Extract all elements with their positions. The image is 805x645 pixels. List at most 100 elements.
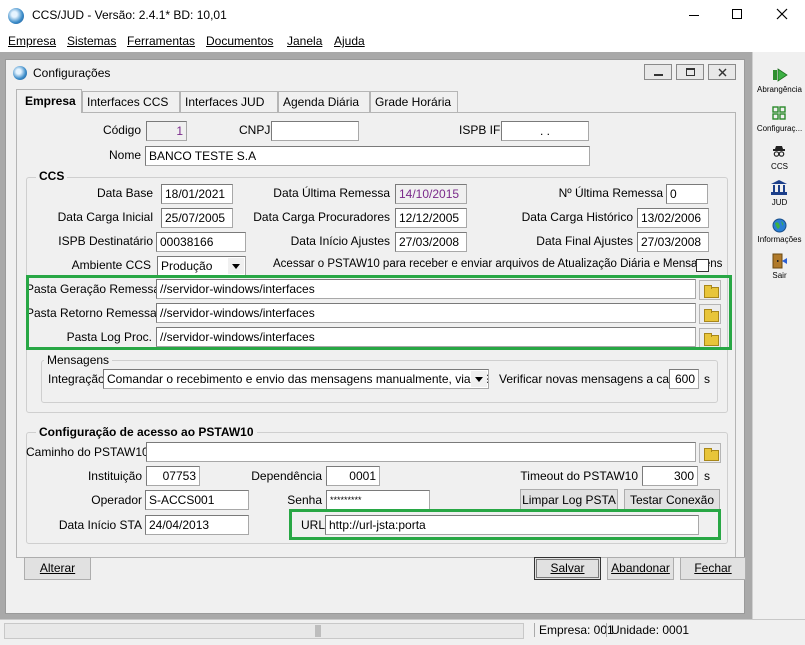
tab-grade-horaria-label: Grade Horária bbox=[375, 95, 452, 109]
dialog-maximize-button[interactable] bbox=[676, 64, 704, 80]
toolbar-label-ccs: CCS bbox=[771, 162, 788, 171]
data-ultima-remessa-label: Data Última Remessa bbox=[273, 186, 390, 200]
timeout-field[interactable]: 300 bbox=[642, 466, 698, 486]
dialog-titlebar: Configurações bbox=[6, 60, 744, 86]
mensagens-group-title: Mensagens bbox=[44, 353, 113, 367]
menu-bar: Empresa Sistemas Ferramentas Documentos … bbox=[0, 30, 805, 52]
num-ultima-remessa-label: Nº Última Remessa bbox=[558, 186, 663, 200]
ispb-label: ISPB IF bbox=[459, 123, 501, 137]
dependencia-field[interactable]: 0001 bbox=[326, 466, 380, 486]
ambiente-select[interactable]: Produção bbox=[157, 256, 246, 276]
courthouse-icon bbox=[771, 180, 787, 195]
menu-sistemas[interactable]: Sistemas bbox=[67, 34, 116, 48]
dialog-minimize-button[interactable] bbox=[644, 64, 672, 80]
toolbar-sair[interactable]: Sair bbox=[753, 252, 805, 284]
data-ultima-remessa-field[interactable]: 14/10/2015 bbox=[395, 184, 467, 204]
data-carga-procuradores-field[interactable]: 12/12/2005 bbox=[395, 208, 467, 228]
data-carga-historico-field[interactable]: 13/02/2006 bbox=[637, 208, 709, 228]
timeout-unit: s bbox=[704, 469, 710, 483]
data-base-label: Data Base bbox=[96, 186, 153, 200]
ccs-group-title: CCS bbox=[36, 169, 68, 183]
instituicao-field[interactable]: 07753 bbox=[146, 466, 200, 486]
integracao-label: Integração bbox=[48, 372, 105, 386]
toolbar-abrangencia[interactable]: Abrangência bbox=[753, 66, 805, 98]
tab-empresa[interactable]: Empresa bbox=[16, 89, 82, 113]
alterar-button[interactable]: Alterar bbox=[24, 557, 91, 580]
menu-documentos[interactable]: Documentos bbox=[206, 34, 273, 48]
abandonar-button[interactable]: Abandonar bbox=[607, 557, 674, 580]
dialog-close-button[interactable] bbox=[708, 64, 736, 80]
toolbar-label-abrangencia: Abrangência bbox=[757, 85, 802, 94]
tab-interfaces-jud-label: Interfaces JUD bbox=[185, 95, 265, 109]
codigo-label: Código bbox=[102, 123, 141, 137]
verificar-field[interactable]: 600 bbox=[669, 369, 699, 389]
caminho-field[interactable] bbox=[146, 442, 696, 462]
app-title: CCS/JUD - Versão: 2.4.1* BD: 10,01 bbox=[32, 8, 227, 22]
tab-agenda-diaria[interactable]: Agenda Diária bbox=[278, 91, 370, 112]
toolbar-jud[interactable]: JUD bbox=[753, 179, 805, 211]
minimize-icon bbox=[689, 15, 699, 16]
nome-field[interactable]: BANCO TESTE S.A bbox=[145, 146, 590, 166]
status-bar: Empresa: 001 Unidade: 0001 bbox=[0, 619, 805, 645]
caminho-folder-icon[interactable] bbox=[699, 443, 721, 463]
operador-field[interactable]: S-ACCS001 bbox=[145, 490, 249, 510]
tab-interfaces-jud[interactable]: Interfaces JUD bbox=[180, 91, 278, 112]
right-toolbar: Abrangência Configuraç... CCS JUD Inform… bbox=[752, 52, 805, 619]
close-icon bbox=[776, 8, 788, 20]
toolbar-label-jud: JUD bbox=[771, 198, 788, 207]
minimize-button[interactable] bbox=[672, 0, 716, 30]
instituicao-label: Instituição bbox=[87, 469, 142, 483]
codigo-field[interactable]: 1 bbox=[146, 121, 187, 141]
chevron-down-icon bbox=[228, 258, 244, 274]
verificar-unit: s bbox=[704, 372, 710, 386]
toolbar-label-sair: Sair bbox=[772, 271, 787, 280]
timeout-label: Timeout do PSTAW10 bbox=[520, 469, 638, 483]
dialog-maximize-icon bbox=[686, 68, 695, 76]
exit-icon bbox=[772, 253, 787, 269]
integracao-value: Comandar o recebimento e envio das mensa… bbox=[107, 372, 489, 386]
spy-icon bbox=[773, 146, 785, 157]
senha-label: Senha bbox=[287, 493, 322, 507]
data-final-ajustes-field[interactable]: 27/03/2008 bbox=[637, 232, 709, 252]
data-carga-inicial-field[interactable]: 25/07/2005 bbox=[161, 208, 233, 228]
salvar-button[interactable]: Salvar bbox=[534, 557, 601, 580]
ispb-destinatario-field[interactable]: 00038166 bbox=[156, 232, 246, 252]
menu-empresa[interactable]: Empresa bbox=[8, 34, 56, 48]
data-inicio-ajustes-label: Data Início Ajustes bbox=[290, 234, 390, 248]
maximize-button[interactable] bbox=[716, 0, 760, 30]
menu-ajuda[interactable]: Ajuda bbox=[334, 34, 365, 48]
tab-interfaces-ccs[interactable]: Interfaces CCS bbox=[82, 91, 180, 112]
grid-icon bbox=[772, 106, 786, 120]
data-inicio-sta-label: Data Início STA bbox=[58, 518, 142, 532]
dialog-title: Configurações bbox=[33, 66, 111, 80]
menu-janela[interactable]: Janela bbox=[287, 34, 322, 48]
data-carga-inicial-label: Data Carga Inicial bbox=[57, 210, 153, 224]
tab-grade-horaria[interactable]: Grade Horária bbox=[370, 91, 458, 112]
ispb-field[interactable]: . . bbox=[501, 121, 589, 141]
fechar-button[interactable]: Fechar bbox=[680, 557, 746, 580]
dialog-close-icon bbox=[718, 68, 727, 77]
verificar-label: Verificar novas mensagens a cada bbox=[499, 372, 683, 386]
toolbar-informacoes[interactable]: Informações bbox=[753, 217, 805, 249]
data-inicio-sta-field[interactable]: 24/04/2013 bbox=[145, 515, 249, 535]
chevron-down-icon bbox=[471, 371, 487, 387]
menu-ferramentas[interactable]: Ferramentas bbox=[127, 34, 195, 48]
num-ultima-remessa-field[interactable]: 0 bbox=[666, 184, 708, 204]
ambiente-label: Ambiente CCS bbox=[71, 258, 151, 272]
data-inicio-ajustes-field[interactable]: 27/03/2008 bbox=[395, 232, 467, 252]
tab-agenda-diaria-label: Agenda Diária bbox=[283, 95, 360, 109]
dependencia-label: Dependência bbox=[251, 469, 322, 483]
status-scrollbar[interactable] bbox=[4, 623, 524, 639]
data-carga-historico-label: Data Carga Histórico bbox=[521, 210, 633, 224]
url-highlight-frame bbox=[289, 509, 721, 540]
acessar-checkbox[interactable] bbox=[696, 259, 709, 272]
toolbar-configuracoes[interactable]: Configuraç... bbox=[753, 104, 805, 136]
integracao-select[interactable]: Comandar o recebimento e envio das mensa… bbox=[103, 369, 489, 389]
toolbar-ccs[interactable]: CCS bbox=[753, 142, 805, 174]
toolbar-label-configuracoes: Configuraç... bbox=[756, 124, 803, 133]
senha-field[interactable]: ********* bbox=[326, 490, 430, 510]
status-scroll-thumb[interactable] bbox=[315, 625, 321, 637]
data-base-field[interactable]: 18/01/2021 bbox=[161, 184, 233, 204]
cnpj-field[interactable] bbox=[271, 121, 359, 141]
close-button[interactable] bbox=[760, 0, 805, 30]
